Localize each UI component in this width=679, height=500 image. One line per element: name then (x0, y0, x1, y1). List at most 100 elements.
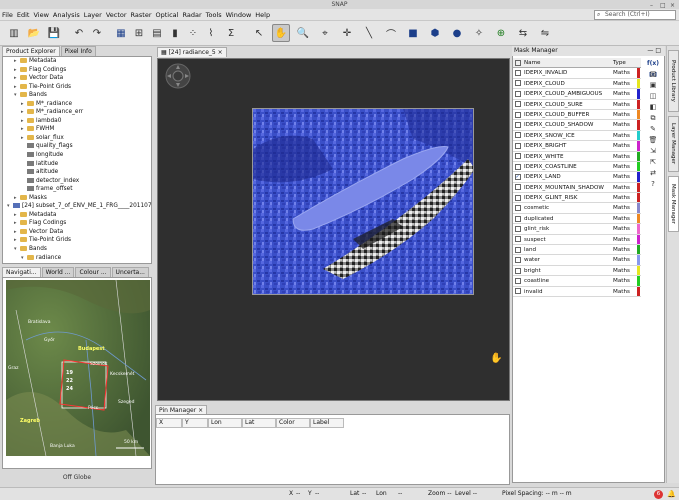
raster-image[interactable] (252, 108, 474, 295)
mask-row[interactable]: IDEPIX_CLOUD_BUFFER Maths (513, 109, 641, 121)
mask-visibility-checkbox[interactable]: ✓ (513, 172, 522, 181)
tree-item[interactable]: ▸ M*_radiance_err (3, 108, 151, 117)
menu-layer[interactable]: Layer (82, 9, 104, 21)
mask-row[interactable]: bright Maths (513, 265, 641, 277)
mask-copy-icon[interactable]: ⧉ (643, 113, 663, 124)
tab-product-explorer[interactable]: Product Explorer (2, 46, 60, 56)
mask-color-swatch[interactable] (637, 234, 640, 245)
tab-world-view[interactable]: World ... (41, 267, 75, 277)
tab-layer-manager[interactable]: Layer Manager (668, 116, 679, 172)
menu-window[interactable]: Window (224, 9, 254, 21)
mask-fx-button[interactable]: f(x) [x] (643, 58, 663, 78)
tree-item[interactable]: ▸ Tie-Point Grids (3, 236, 151, 245)
mask-edit-icon[interactable]: ✎ (643, 124, 663, 135)
notification-badge[interactable]: 6 (654, 490, 663, 499)
tab-pixel-info[interactable]: Pixel Info (60, 46, 96, 56)
mask-visibility-checkbox[interactable] (513, 141, 522, 150)
mask-visibility-checkbox[interactable] (513, 100, 522, 109)
pin-col-color[interactable]: Color (276, 418, 310, 428)
mask-row[interactable]: land Maths (513, 245, 641, 256)
mask-row[interactable]: invalid Maths (513, 286, 641, 297)
mask-color-swatch[interactable] (637, 203, 640, 213)
tree-item[interactable]: ▸ solar_flux (3, 134, 151, 143)
mask-row[interactable]: suspect Maths (513, 234, 641, 246)
world-map[interactable]: Bratislava Győr Budapest Szolnok Kecskem… (6, 280, 150, 456)
polyline-drawing-icon[interactable]: ⌒ (382, 24, 400, 42)
mask-row[interactable]: cosmetic Maths (513, 203, 641, 214)
mask-visibility-checkbox[interactable] (513, 131, 522, 140)
pin-col-x[interactable]: X (156, 418, 182, 428)
rectangle-drawing-icon[interactable]: ■ (404, 24, 422, 42)
batch-processing-icon[interactable]: ▤ (148, 24, 166, 42)
mask-row[interactable]: IDEPIX_CLOUD_SHADOW Maths (513, 120, 641, 131)
mask-row[interactable]: IDEPIX_INVALID Maths (513, 68, 641, 79)
tree-item[interactable]: ▸ M*_radiance (3, 100, 151, 109)
menu-help[interactable]: Help (253, 9, 272, 21)
mask-row[interactable]: glint_risk Maths (513, 224, 641, 235)
mask-color-swatch[interactable] (637, 68, 640, 78)
profile-plot-icon[interactable]: ⌇ (202, 24, 220, 42)
mask-visibility-checkbox[interactable] (513, 203, 522, 212)
pan-tool-icon[interactable]: ✋ (272, 24, 290, 42)
pin-col-label[interactable]: Label (310, 418, 344, 428)
mask-row[interactable]: IDEPIX_WHITE Maths (513, 151, 641, 162)
menu-file[interactable]: File (0, 9, 15, 21)
tab-product-library[interactable]: Product Library (668, 50, 679, 112)
mask-color-swatch[interactable] (637, 130, 640, 141)
mask-color-swatch[interactable] (637, 151, 640, 161)
menu-view[interactable]: View (31, 9, 50, 21)
mask-visibility-checkbox[interactable] (513, 287, 522, 296)
tree-item[interactable]: ▸ Flag Codings (3, 219, 151, 228)
menu-raster[interactable]: Raster (129, 9, 154, 21)
mask-color-swatch[interactable] (637, 109, 640, 120)
mask-import-icon[interactable]: ⇲ (643, 146, 663, 157)
mask-visibility-checkbox[interactable] (513, 193, 522, 202)
sync-views-icon[interactable]: ⇆ (514, 24, 532, 42)
tab-mask-manager[interactable]: Mask Manager (668, 176, 679, 232)
ellipse-drawing-icon[interactable]: ● (448, 24, 466, 42)
mask-row[interactable]: duplicated Maths (513, 213, 641, 225)
mask-union-icon[interactable]: ◫ (643, 91, 663, 102)
mask-visibility-checkbox[interactable] (513, 152, 522, 161)
notification-bell-icon[interactable]: 🔔 (667, 488, 676, 500)
mask-visibility-checkbox[interactable] (513, 224, 522, 233)
mask-visibility-checkbox[interactable] (513, 235, 522, 244)
mask-col-type[interactable]: Type (611, 58, 637, 67)
menu-analysis[interactable]: Analysis (51, 9, 82, 21)
mask-visibility-checkbox[interactable] (513, 110, 522, 119)
mask-color-swatch[interactable] (637, 193, 640, 203)
tree-item[interactable]: altitude (3, 168, 151, 177)
scatter-plot-icon[interactable]: ⁘ (184, 24, 202, 42)
tree-item[interactable]: radiance_5 (559.7 nm) (3, 262, 151, 263)
mask-color-swatch[interactable] (637, 286, 640, 296)
tab-colour-manipulation[interactable]: Colour ... (75, 267, 111, 277)
band-maths-icon[interactable]: ▦ (112, 24, 130, 42)
tree-item[interactable]: ▸ Vector Data (3, 228, 151, 237)
polygon-drawing-icon[interactable]: ⬢ (426, 24, 444, 42)
mask-visibility-checkbox[interactable] (513, 214, 522, 223)
line-drawing-icon[interactable]: ╲ (360, 24, 378, 42)
tree-item[interactable]: ▸ Metadata (3, 57, 151, 66)
mask-visibility-icon[interactable] (513, 58, 522, 67)
tree-item[interactable]: ▸ lambda0 (3, 117, 151, 126)
undo-icon[interactable]: ↶ (70, 24, 88, 42)
mask-visibility-checkbox[interactable] (513, 120, 522, 129)
mask-color-swatch[interactable] (637, 276, 640, 286)
tree-item[interactable]: ▸ Metadata (3, 211, 151, 220)
tree-item[interactable]: detector_index (3, 177, 151, 186)
mask-visibility-checkbox[interactable] (513, 79, 522, 88)
mask-color-swatch[interactable] (637, 141, 640, 151)
tree-item[interactable]: latitude (3, 160, 151, 169)
tree-item[interactable]: ▾ [24] subset_7_of_ENV_ME_1_FRG____201107… (3, 202, 151, 211)
statistics-icon[interactable]: Σ (222, 24, 240, 42)
pin-col-lat[interactable]: Lat (242, 418, 276, 428)
mask-panel-menu-icon[interactable]: — □ (647, 46, 661, 56)
menu-edit[interactable]: Edit (15, 9, 32, 21)
mask-color-swatch[interactable] (637, 161, 640, 172)
tree-item[interactable]: ▸ Vector Data (3, 74, 151, 83)
mask-row[interactable]: IDEPIX_CLOUD_AMBIGUOUS Maths (513, 89, 641, 100)
tree-item[interactable]: ▸ Flag Codings (3, 66, 151, 75)
mask-visibility-checkbox[interactable] (513, 183, 522, 192)
graph-builder-icon[interactable]: ⊞ (130, 24, 148, 42)
mask-range-icon[interactable]: ▨ (643, 69, 663, 80)
